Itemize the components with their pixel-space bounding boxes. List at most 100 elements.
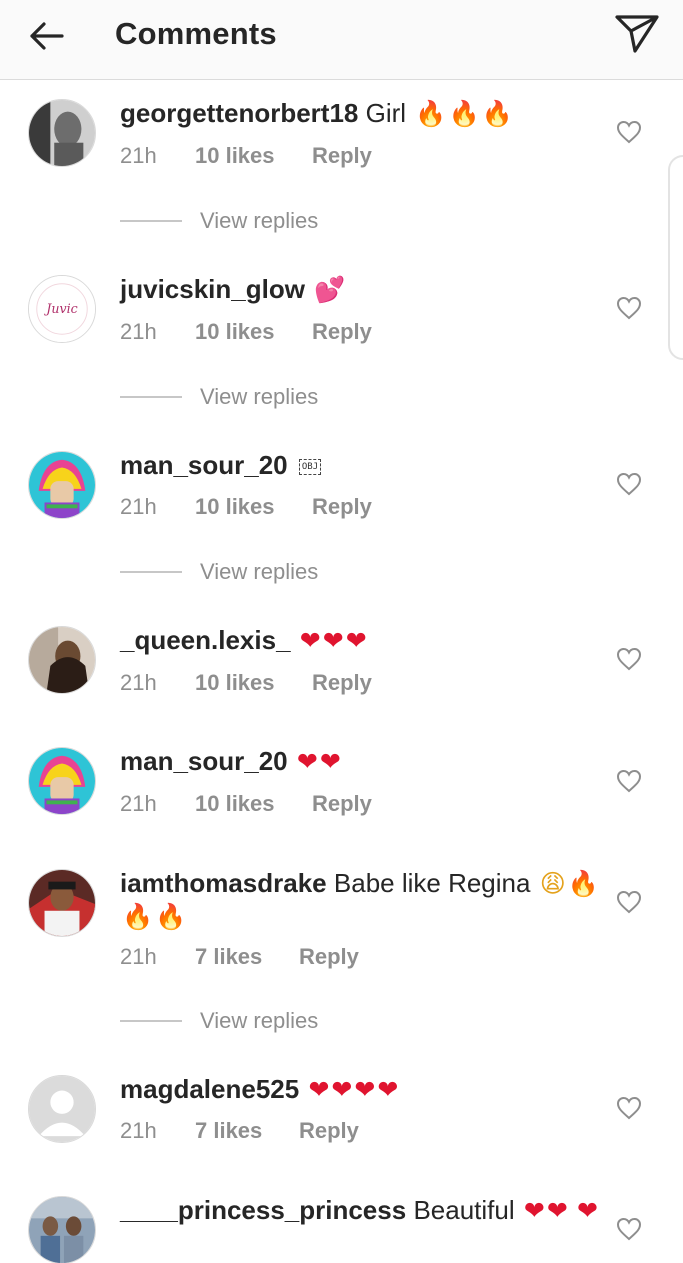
heart-emoji: ❤ — [331, 1075, 353, 1104]
heart-emoji: ❤ — [308, 1075, 330, 1104]
share-button[interactable] — [610, 10, 664, 58]
unsupported-glyph: OBJ — [298, 459, 322, 476]
fire-emoji: 🔥 — [415, 99, 447, 128]
reply-button[interactable]: Reply — [299, 944, 359, 970]
username[interactable]: ____princess_princess — [120, 1195, 406, 1225]
reply-button[interactable]: Reply — [312, 143, 372, 169]
username[interactable]: georgettenorbert18 — [120, 98, 358, 128]
heart-emoji: ❤ — [322, 626, 344, 655]
like-button[interactable] — [614, 293, 644, 323]
divider-line — [120, 571, 182, 573]
avatar[interactable] — [28, 99, 96, 167]
view-replies-label: View replies — [200, 208, 319, 233]
reply-button[interactable]: Reply — [312, 319, 372, 345]
likes-count[interactable]: 10 likes — [195, 494, 312, 520]
paper-plane-icon — [615, 15, 659, 53]
comment-body: Babe like Regina — [333, 868, 531, 898]
likes-count[interactable]: 10 likes — [195, 670, 312, 696]
heart-emoji: ❤ — [354, 1075, 376, 1104]
view-replies-button[interactable]: View replies — [120, 207, 318, 235]
timestamp: 21h — [120, 143, 157, 168]
comment-body: Beautiful — [413, 1195, 515, 1225]
like-button[interactable] — [614, 117, 644, 147]
likes-count[interactable]: 7 likes — [195, 944, 299, 970]
username[interactable]: magdalene525 — [120, 1074, 299, 1104]
reply-button[interactable]: Reply — [312, 791, 372, 817]
timestamp: 21h — [120, 319, 157, 344]
reply-button[interactable]: Reply — [299, 1118, 359, 1144]
heart-outline-icon — [616, 1217, 642, 1241]
heart-outline-icon — [616, 890, 642, 914]
fire-emoji: 🔥 — [567, 869, 599, 898]
username[interactable]: man_sour_20 — [120, 450, 288, 480]
avatar[interactable] — [28, 626, 96, 694]
heart-outline-icon — [616, 120, 642, 144]
like-button[interactable] — [614, 1214, 644, 1244]
heart-outline-icon — [616, 472, 642, 496]
arrow-left-icon — [30, 22, 64, 50]
comment-meta: 21h 7 likes Reply — [120, 1118, 359, 1144]
avatar[interactable]: Juvic — [28, 275, 96, 343]
heart-outline-icon — [616, 647, 642, 671]
fire-emoji: 🔥 — [122, 902, 154, 931]
fire-emoji: 🔥 — [481, 99, 513, 128]
comment-meta: 21h 10 likes Reply — [120, 670, 372, 696]
heart-emoji: ❤ — [345, 626, 367, 655]
likes-count[interactable]: 7 likes — [195, 1118, 299, 1144]
username[interactable]: man_sour_20 — [120, 746, 288, 776]
comment-text: iamthomasdrake Babe like Regina 😩🔥 🔥🔥 — [120, 867, 600, 933]
like-button[interactable] — [614, 469, 644, 499]
username[interactable]: iamthomasdrake — [120, 868, 327, 898]
comment-body: Girl — [365, 98, 407, 128]
avatar-logo-text: Juvic — [43, 301, 77, 316]
view-replies-label: View replies — [200, 384, 319, 409]
heart-emoji: ❤ — [577, 1196, 598, 1225]
comment-meta: 21h 10 likes Reply — [120, 319, 372, 345]
view-replies-button[interactable]: View replies — [120, 1007, 318, 1035]
avatar[interactable] — [28, 451, 96, 519]
top-bar: Comments — [0, 0, 683, 80]
likes-count[interactable]: 10 likes — [195, 791, 312, 817]
username[interactable]: _queen.lexis_ — [120, 625, 291, 655]
timestamp: 21h — [120, 944, 157, 969]
timestamp: 21h — [120, 1118, 157, 1143]
like-button[interactable] — [614, 766, 644, 796]
heart-outline-icon — [616, 1096, 642, 1120]
heart-outline-icon — [616, 296, 642, 320]
heart-emoji: ❤ — [546, 1196, 568, 1225]
view-replies-button[interactable]: View replies — [120, 558, 318, 586]
divider-line — [120, 396, 182, 398]
reply-button[interactable]: Reply — [312, 494, 372, 520]
view-replies-button[interactable]: View replies — [120, 383, 318, 411]
comment-text: magdalene525 ❤❤❤❤ — [120, 1073, 600, 1106]
default-avatar-icon — [29, 1076, 95, 1142]
divider-line — [120, 220, 182, 222]
avatar[interactable] — [28, 1075, 96, 1143]
avatar[interactable] — [28, 869, 96, 937]
two-hearts-emoji: 💕 — [314, 275, 346, 304]
heart-outline-icon — [616, 769, 642, 793]
avatar[interactable] — [28, 1196, 96, 1263]
fire-emoji: 🔥 — [448, 99, 480, 128]
comment-text: man_sour_20 OBJ — [120, 449, 600, 483]
timestamp: 21h — [120, 494, 157, 519]
divider-line — [120, 1020, 182, 1022]
like-button[interactable] — [614, 887, 644, 917]
likes-count[interactable]: 10 likes — [195, 319, 312, 345]
comment-meta: 21h 10 likes Reply — [120, 791, 372, 817]
username[interactable]: juvicskin_glow — [120, 274, 305, 304]
like-button[interactable] — [614, 644, 644, 674]
comment-text: ____princess_princess Beautiful ❤❤ ❤ — [120, 1194, 600, 1227]
back-button[interactable] — [22, 14, 70, 58]
scroll-handle[interactable] — [668, 155, 683, 360]
timestamp: 21h — [120, 791, 157, 816]
avatar[interactable] — [28, 747, 96, 815]
like-button[interactable] — [614, 1093, 644, 1123]
likes-count[interactable]: 10 likes — [195, 143, 312, 169]
page-title: Comments — [115, 16, 277, 51]
weary-face-emoji: 😩 — [539, 869, 566, 898]
heart-emoji: ❤ — [319, 747, 341, 776]
reply-button[interactable]: Reply — [312, 670, 372, 696]
comment-text: georgettenorbert18 Girl 🔥🔥🔥 — [120, 97, 600, 130]
view-replies-label: View replies — [200, 1008, 319, 1033]
